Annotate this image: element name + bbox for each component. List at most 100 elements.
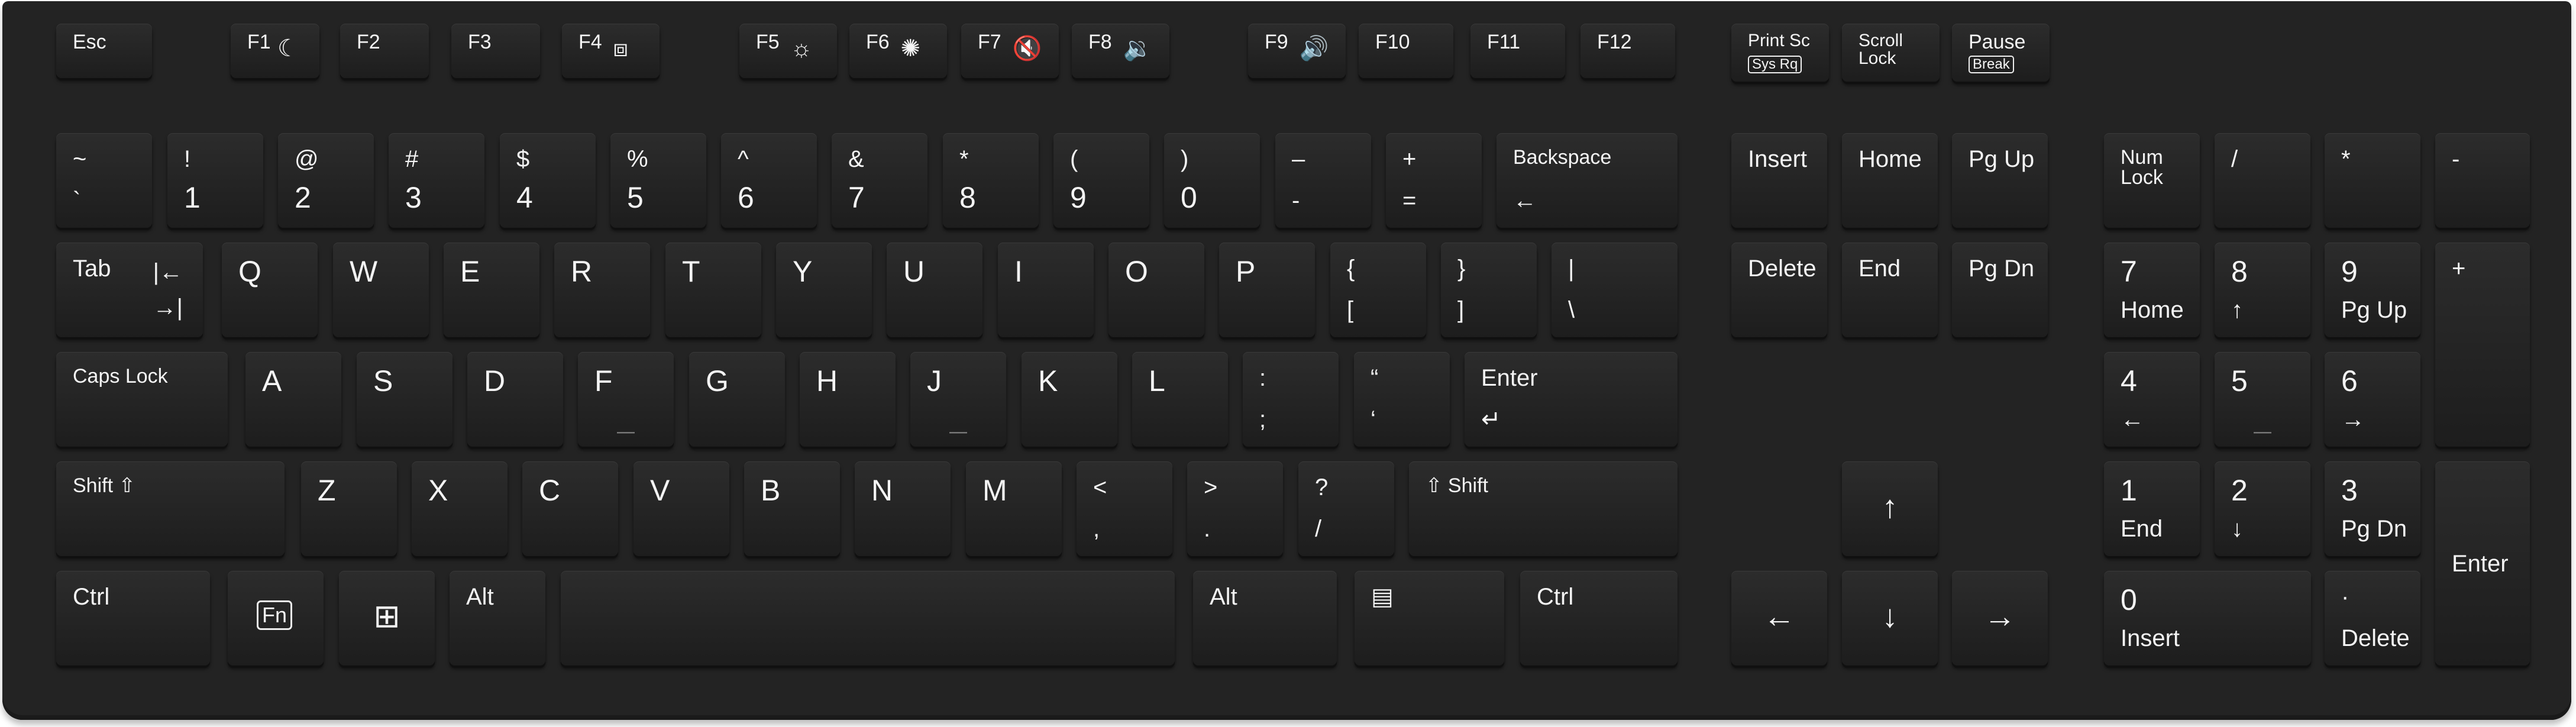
numpad-9-key[interactable]: 9 Pg Up [2325, 243, 2420, 337]
l-key[interactable]: L [1132, 352, 1228, 447]
f9-key[interactable]: F9 🔊 [1248, 24, 1346, 78]
digit-4-key[interactable]: $4 [500, 133, 596, 228]
arrow-left-key[interactable]: ← [1731, 571, 1827, 665]
f4-key[interactable]: F4 ⧈ [562, 24, 660, 78]
delete-key[interactable]: Delete [1731, 243, 1827, 337]
period-key[interactable]: >. [1187, 461, 1283, 556]
numpad-5-key[interactable]: 5— [2215, 352, 2310, 447]
numpad-4-key[interactable]: 4 ← [2104, 352, 2200, 447]
f6-key[interactable]: F6 ✺ [849, 24, 947, 78]
j-key[interactable]: J — [910, 352, 1006, 447]
i-key[interactable]: I [998, 243, 1094, 337]
digit-5-key[interactable]: % 5 [610, 133, 706, 228]
y-key[interactable]: Y [776, 243, 872, 337]
slash-key[interactable]: ? / [1298, 461, 1394, 556]
numpad-minus-key[interactable]: - [2435, 133, 2530, 228]
space-bar[interactable] [561, 571, 1175, 665]
f7-key[interactable]: F7 🔇 [961, 24, 1059, 78]
numpad-8-key[interactable]: 8 ↑ [2215, 243, 2310, 337]
menu-key[interactable]: ▤ [1355, 571, 1504, 665]
numpad-0-key[interactable]: 0 Insert [2104, 571, 2311, 665]
backspace-key[interactable]: Backspace ← [1497, 133, 1678, 228]
backslash-key[interactable]: | \ [1552, 243, 1678, 337]
right-ctrl-key[interactable]: Ctrl [1520, 571, 1678, 665]
numpad-2-key[interactable]: 2 ↓ [2215, 461, 2310, 556]
minus-key[interactable]: – - [1275, 133, 1371, 228]
numpad-1-key[interactable]: 1 End [2104, 461, 2200, 556]
f12-key[interactable]: F12 [1580, 24, 1675, 78]
f10-key[interactable]: F10 [1359, 24, 1453, 78]
digit-0-key[interactable]: ) 0 [1164, 133, 1260, 228]
u-key[interactable]: U [887, 243, 982, 337]
digit-8-key[interactable]: * 8 [943, 133, 1039, 228]
f1-key[interactable]: F1 ☾ [231, 24, 319, 78]
w-key[interactable]: W [333, 243, 429, 337]
g-key[interactable]: G [689, 352, 785, 447]
digit-1-key[interactable]: ! 1 [167, 133, 263, 228]
digit-2-key[interactable]: @2 [278, 133, 374, 228]
e-key[interactable]: E [444, 243, 539, 337]
quote-key[interactable]: “‘ [1354, 352, 1450, 447]
digit-7-key[interactable]: & 7 [832, 133, 927, 228]
print-screen-key[interactable]: Print Sc Sys Rq [1731, 24, 1829, 82]
fn-key[interactable]: Fn [228, 571, 324, 665]
numpad-divide-key[interactable]: / [2215, 133, 2310, 228]
tab-key[interactable]: Tab |← →| [56, 243, 203, 337]
v-key[interactable]: V [634, 461, 729, 556]
esc-key[interactable]: Esc [56, 24, 152, 78]
caps-lock-key[interactable]: Caps Lock [56, 352, 228, 447]
p-key[interactable]: P [1219, 243, 1315, 337]
home-key[interactable]: Home [1842, 133, 1938, 228]
z-key[interactable]: Z [301, 461, 397, 556]
right-shift-key[interactable]: ⇧ Shift [1409, 461, 1678, 556]
k-key[interactable]: K [1022, 352, 1117, 447]
insert-key[interactable]: Insert [1731, 133, 1827, 228]
arrow-right-key[interactable]: → [1952, 571, 2048, 665]
x-key[interactable]: X [412, 461, 508, 556]
numpad-6-key[interactable]: 6 → [2325, 352, 2420, 447]
f-key[interactable]: F — [578, 352, 674, 447]
equal-key[interactable]: + = [1386, 133, 1482, 228]
d-key[interactable]: D [467, 352, 563, 447]
page-up-key[interactable]: Pg Up [1952, 133, 2048, 228]
left-ctrl-key[interactable]: Ctrl [56, 571, 210, 665]
f5-key[interactable]: F5 ☼ [739, 24, 837, 78]
arrow-up-key[interactable]: ↑ [1842, 461, 1938, 556]
enter-key[interactable]: Enter ↵ [1465, 352, 1678, 447]
s-key[interactable]: S [357, 352, 453, 447]
a-key[interactable]: A [245, 352, 341, 447]
windows-key[interactable]: ⊞ [339, 571, 435, 665]
arrow-down-key[interactable]: ↓ [1842, 571, 1938, 665]
q-key[interactable]: Q [222, 243, 318, 337]
numpad-3-key[interactable]: 3 Pg Dn [2325, 461, 2420, 556]
right-alt-key[interactable]: Alt [1193, 571, 1337, 665]
c-key[interactable]: C [522, 461, 618, 556]
grave-key[interactable]: ~ ` [56, 133, 152, 228]
r-key[interactable]: R [554, 243, 650, 337]
f3-key[interactable]: F3 [451, 24, 540, 78]
comma-key[interactable]: <, [1077, 461, 1172, 556]
digit-9-key[interactable]: (9 [1053, 133, 1149, 228]
numpad-7-key[interactable]: 7 Home [2104, 243, 2200, 337]
digit-3-key[interactable]: #3 [389, 133, 484, 228]
left-bracket-key[interactable]: {[ [1330, 243, 1426, 337]
numpad-multiply-key[interactable]: * [2325, 133, 2420, 228]
pause-key[interactable]: Pause Break [1952, 24, 2050, 82]
numpad-enter-key[interactable]: Enter [2435, 461, 2530, 665]
semicolon-key[interactable]: :; [1243, 352, 1339, 447]
end-key[interactable]: End [1842, 243, 1938, 337]
right-bracket-key[interactable]: }] [1441, 243, 1537, 337]
h-key[interactable]: H [800, 352, 896, 447]
m-key[interactable]: M [966, 461, 1062, 556]
numpad-plus-key[interactable]: + [2435, 243, 2530, 447]
f8-key[interactable]: F8 🔉 [1072, 24, 1169, 78]
o-key[interactable]: O [1108, 243, 1204, 337]
left-alt-key[interactable]: Alt [450, 571, 545, 665]
page-down-key[interactable]: Pg Dn [1952, 243, 2048, 337]
n-key[interactable]: N [855, 461, 951, 556]
f11-key[interactable]: F11 [1470, 24, 1565, 78]
scroll-lock-key[interactable]: Scroll Lock [1842, 24, 1940, 82]
num-lock-key[interactable]: Num Lock [2104, 133, 2200, 228]
digit-6-key[interactable]: ^ 6 [721, 133, 817, 228]
numpad-decimal-key[interactable]: · Delete [2325, 571, 2420, 665]
